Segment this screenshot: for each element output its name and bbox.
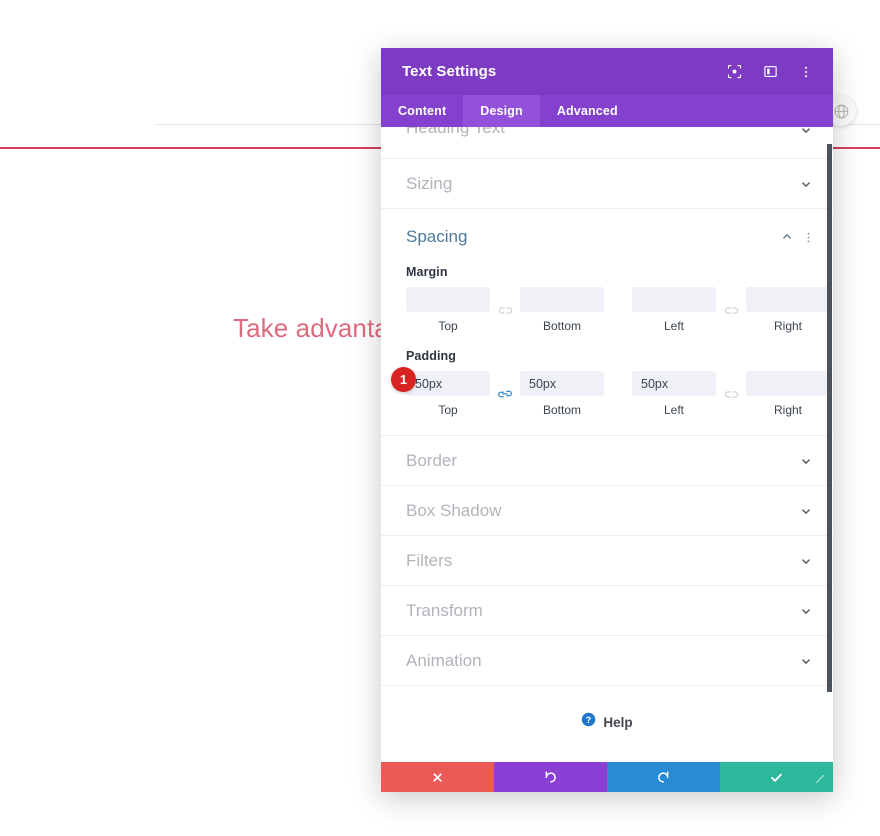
page-title: Text Settings	[402, 63, 497, 80]
accordion-filters[interactable]: Filters	[381, 536, 833, 586]
accordion-label: Box Shadow	[406, 500, 502, 520]
padding-link-left-right-unlinked-icon[interactable]	[716, 382, 746, 407]
accordion-border[interactable]: Border	[381, 436, 833, 486]
settings-panel-body: Heading Text Sizing Spacing Margin Top B…	[381, 127, 833, 762]
help-label: Help	[603, 714, 633, 730]
help-link[interactable]: ? Help	[381, 686, 833, 732]
padding-top-cell: Top	[406, 371, 490, 417]
cancel-button[interactable]	[381, 762, 494, 792]
padding-bottom-input[interactable]	[520, 371, 604, 396]
padding-right-cell: Right	[746, 371, 830, 417]
field-caption: Left	[663, 403, 684, 417]
svg-text:?: ?	[586, 715, 592, 725]
tab-content[interactable]: Content	[381, 95, 463, 127]
padding-field-row: 1 Top	[381, 367, 833, 417]
margin-link-left-right-unlinked-icon[interactable]	[716, 298, 746, 323]
accordion-heading-text[interactable]: Heading Text	[381, 127, 833, 159]
accordion-label: Heading Text	[406, 127, 505, 137]
text-settings-modal: Text Settings Content Design Advanced He…	[381, 48, 833, 792]
section-spacing-header[interactable]: Spacing	[381, 209, 833, 265]
chevron-down-icon	[799, 177, 813, 191]
accordion-label: Animation	[406, 650, 482, 670]
padding-group-label: Padding	[406, 349, 457, 363]
padding-left-cell: Left	[632, 371, 716, 417]
checkmark-icon	[769, 770, 784, 785]
panel-scrollbar[interactable]	[826, 127, 833, 762]
field-caption: Top	[438, 319, 458, 333]
margin-top-cell: Top	[406, 287, 490, 333]
margin-field-row: Top Bottom Left Right	[381, 287, 833, 333]
accordion-sizing[interactable]: Sizing	[381, 159, 833, 209]
margin-left-input[interactable]	[632, 287, 716, 312]
undo-arrow-icon	[543, 770, 558, 785]
focus-target-icon[interactable]	[721, 59, 747, 85]
field-caption: Right	[773, 319, 802, 333]
margin-bottom-input[interactable]	[520, 287, 604, 312]
padding-top-input[interactable]	[406, 371, 490, 396]
field-caption: Top	[438, 403, 458, 417]
field-caption: Left	[663, 319, 684, 333]
undo-button[interactable]	[494, 762, 607, 792]
section-title: Spacing	[406, 227, 468, 246]
accordion-animation[interactable]: Animation	[381, 636, 833, 686]
accordion-box-shadow[interactable]: Box Shadow	[381, 486, 833, 536]
margin-right-input[interactable]	[746, 287, 830, 312]
margin-group-label: Margin	[406, 265, 448, 279]
field-caption: Bottom	[542, 319, 581, 333]
padding-link-top-bottom-linked-icon[interactable]	[490, 382, 520, 407]
padding-bottom-cell: Bottom	[520, 371, 604, 417]
margin-right-cell: Right	[746, 287, 830, 333]
chevron-down-icon	[799, 454, 813, 468]
accordion-label: Transform	[406, 600, 483, 620]
margin-left-cell: Left	[632, 287, 716, 333]
tab-design[interactable]: Design	[463, 95, 540, 127]
section-more-options-icon[interactable]	[802, 231, 815, 244]
padding-top-bottom-group: Top Bottom	[406, 371, 604, 417]
resize-handle-icon[interactable]	[809, 768, 831, 790]
redo-button[interactable]	[607, 762, 720, 792]
section-spacing: Spacing Margin Top Bottom Left Right Pad…	[381, 209, 833, 436]
chevron-up-icon[interactable]	[780, 230, 794, 244]
accordion-label: Border	[406, 450, 458, 470]
save-button[interactable]	[720, 762, 833, 792]
chevron-down-icon	[799, 554, 813, 568]
padding-right-input[interactable]	[746, 371, 830, 396]
accordion-label: Sizing	[406, 173, 453, 193]
screen: Take advantage Text Settings Content Des…	[0, 0, 880, 836]
accordion-label: Filters	[406, 550, 453, 570]
modal-tabs: Content Design Advanced	[381, 95, 833, 127]
margin-top-bottom-group: Top Bottom	[406, 287, 604, 333]
close-x-icon	[431, 771, 444, 784]
accordion-transform[interactable]: Transform	[381, 586, 833, 636]
margin-link-top-bottom-unlinked-icon[interactable]	[490, 298, 520, 323]
panel-scrollbar-thumb[interactable]	[827, 144, 832, 692]
modal-header: Text Settings	[381, 48, 833, 95]
field-caption: Bottom	[542, 403, 581, 417]
margin-top-input[interactable]	[406, 287, 490, 312]
chevron-down-icon	[799, 127, 813, 137]
chevron-down-icon	[799, 654, 813, 668]
step-badge-1: 1	[391, 367, 416, 392]
modal-footer	[381, 762, 833, 792]
padding-left-input[interactable]	[632, 371, 716, 396]
redo-arrow-icon	[656, 770, 671, 785]
chevron-down-icon	[799, 604, 813, 618]
settings-scroll-area: Heading Text Sizing Spacing Margin Top B…	[381, 127, 833, 762]
field-caption: Right	[773, 403, 802, 417]
more-options-icon[interactable]	[793, 59, 819, 85]
chevron-down-icon	[799, 504, 813, 518]
question-mark-icon: ?	[581, 712, 596, 732]
panel-layout-icon[interactable]	[757, 59, 783, 85]
header-icon-group	[721, 59, 819, 85]
margin-left-right-group: Left Right	[632, 287, 830, 333]
padding-left-right-group: Left Right	[632, 371, 830, 417]
margin-bottom-cell: Bottom	[520, 287, 604, 333]
tab-advanced[interactable]: Advanced	[540, 95, 635, 127]
